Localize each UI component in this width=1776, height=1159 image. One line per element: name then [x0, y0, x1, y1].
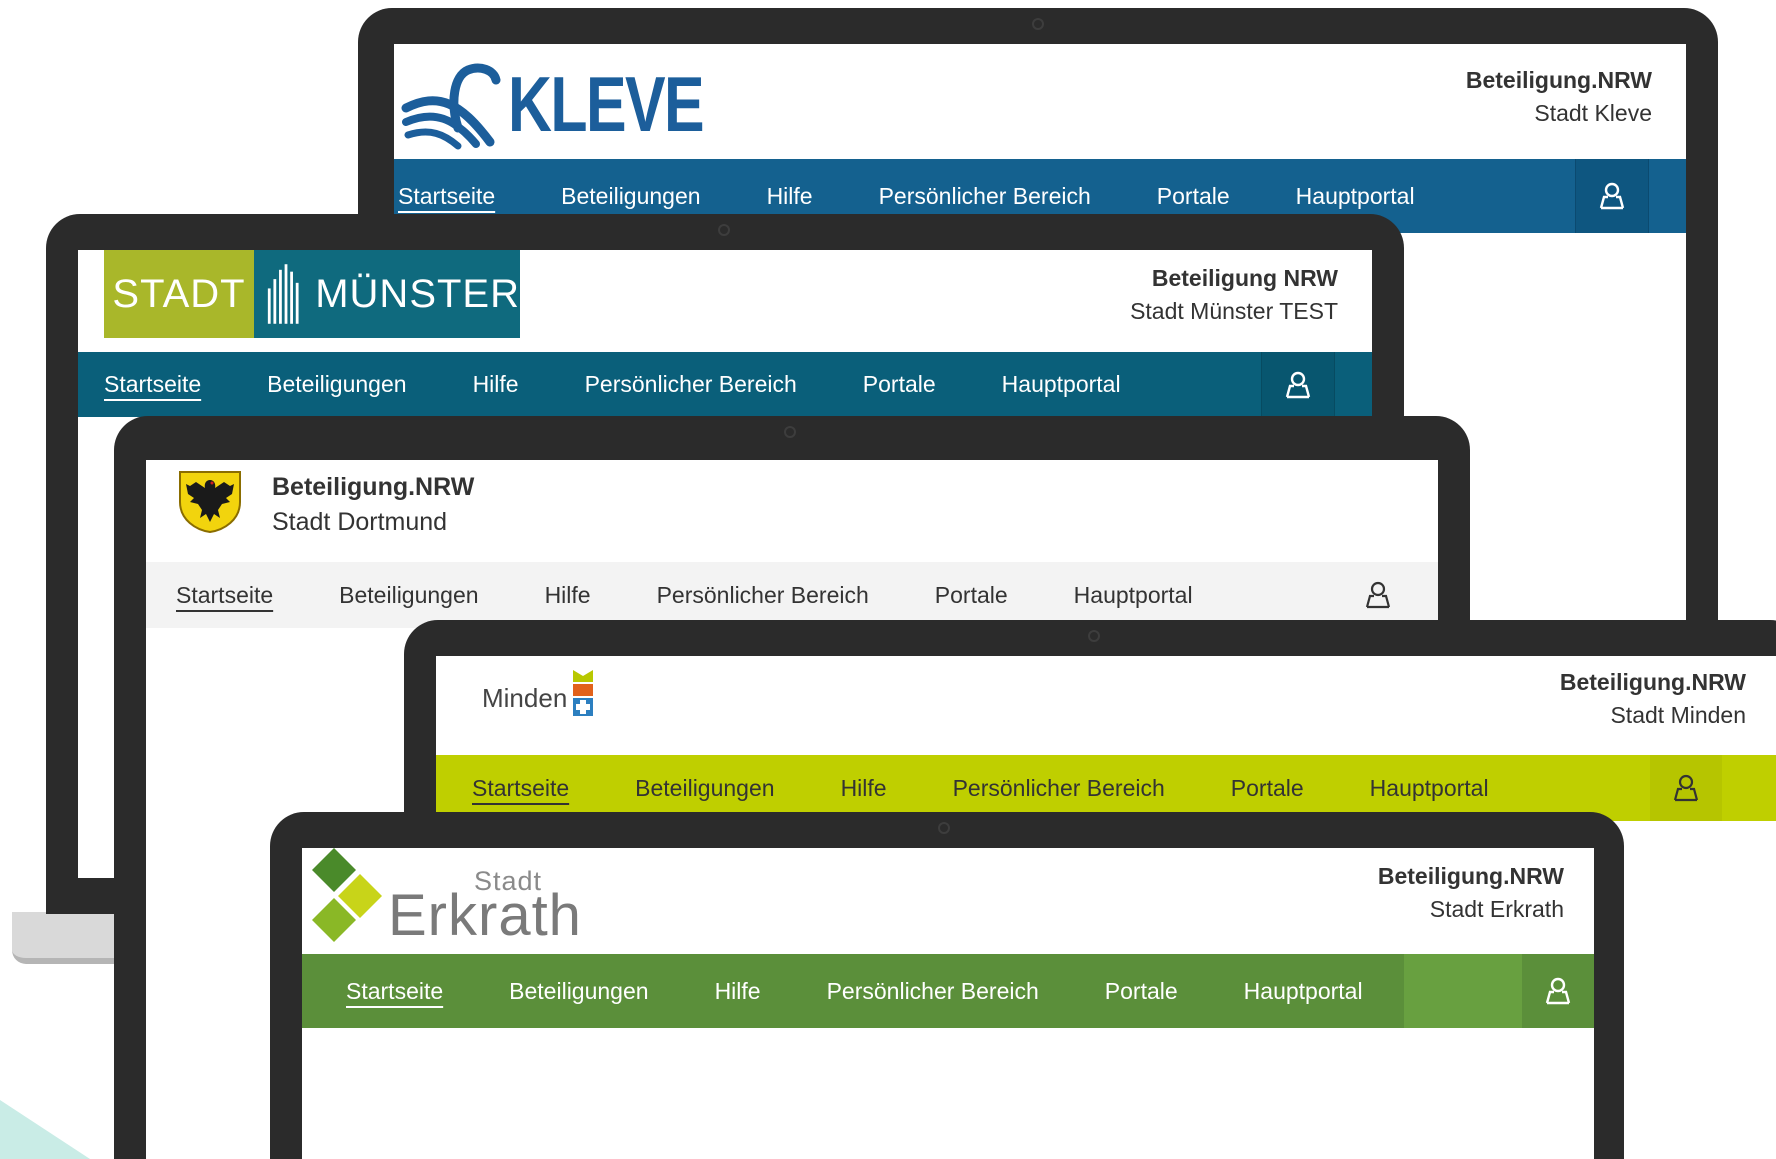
nav-item-portale[interactable]: Portale — [1231, 775, 1304, 802]
header-minden: Minden Beteiligung.NRW Stadt Minden — [436, 656, 1776, 755]
nav-item-hauptportal[interactable]: Hauptportal — [1244, 978, 1363, 1005]
camera-dot — [1032, 18, 1044, 30]
nav-item-persoenlicher-bereich[interactable]: Persönlicher Bereich — [953, 775, 1165, 802]
camera-dot — [938, 822, 950, 834]
nav-item-startseite[interactable]: Startseite — [472, 775, 569, 802]
nav-item-beteiligungen[interactable]: Beteiligungen — [509, 978, 648, 1005]
nav-item-hilfe[interactable]: Hilfe — [715, 978, 761, 1005]
nav-item-persoenlicher-bereich[interactable]: Persönlicher Bereich — [657, 582, 869, 609]
muenster-logo-text-right: MÜNSTER — [315, 271, 520, 316]
kleve-logo[interactable]: KLEVE — [398, 58, 758, 150]
brand-muenster: Beteiligung NRW Stadt Münster TEST — [1130, 262, 1338, 328]
screen-erkrath: Stadt Erkrath Beteiligung.NRW Stadt Erkr… — [302, 848, 1594, 1159]
brand-erkrath: Beteiligung.NRW Stadt Erkrath — [1378, 860, 1564, 926]
decorative-triangle-left — [0, 1100, 90, 1159]
nav-item-hauptportal[interactable]: Hauptportal — [1370, 775, 1489, 802]
nav-item-startseite[interactable]: Startseite — [176, 582, 273, 609]
brand-subtitle: Stadt Kleve — [1534, 100, 1652, 126]
dortmund-logo[interactable] — [178, 468, 242, 539]
cathedral-icon — [267, 264, 299, 324]
brand-title: Beteiligung.NRW — [272, 473, 475, 501]
nav-item-startseite[interactable]: Startseite — [104, 371, 201, 398]
user-button[interactable] — [1261, 352, 1335, 417]
header-dortmund: Beteiligung.NRW Stadt Dortmund — [146, 460, 1438, 562]
minden-logo-text: Minden — [482, 683, 568, 713]
eagle-crest-icon — [179, 471, 241, 534]
nav-erkrath: Startseite Beteiligungen Hilfe Persönlic… — [302, 954, 1594, 1028]
user-button[interactable] — [1522, 954, 1594, 1028]
nav-item-hauptportal[interactable]: Hauptportal — [1296, 183, 1415, 210]
user-icon — [1365, 581, 1391, 609]
nav-item-hilfe[interactable]: Hilfe — [767, 183, 813, 210]
user-icon — [1285, 371, 1311, 398]
camera-dot — [1088, 630, 1100, 642]
nav-item-portale[interactable]: Portale — [1105, 978, 1178, 1005]
nav-item-hauptportal[interactable]: Hauptportal — [1002, 371, 1121, 398]
brand-title: Beteiligung.NRW — [1377, 863, 1564, 889]
nav-spacer — [1404, 954, 1522, 1028]
erkrath-logo-text: Erkrath — [388, 883, 582, 948]
brand-subtitle: Stadt Erkrath — [1429, 896, 1564, 922]
user-button[interactable] — [1650, 755, 1722, 821]
nav-item-portale[interactable]: Portale — [935, 582, 1008, 609]
nav-muenster: Startseite Beteiligungen Hilfe Persönlic… — [78, 352, 1372, 417]
nav-item-persoenlicher-bereich[interactable]: Persönlicher Bereich — [827, 978, 1039, 1005]
nav-item-portale[interactable]: Portale — [1157, 183, 1230, 210]
camera-dot — [718, 224, 730, 236]
user-icon — [1545, 977, 1571, 1005]
minden-emblem-icon — [573, 670, 594, 716]
brand-minden: Beteiligung.NRW Stadt Minden — [1560, 666, 1746, 732]
brand-dortmund: Beteiligung.NRW Stadt Dortmund — [272, 470, 474, 540]
muenster-logo-left: STADT — [104, 250, 254, 338]
brand-subtitle: Stadt Minden — [1610, 702, 1746, 728]
nav-item-hilfe[interactable]: Hilfe — [473, 371, 519, 398]
muenster-logo[interactable]: STADT MÜNSTER — [104, 250, 520, 338]
nav-item-portale[interactable]: Portale — [863, 371, 936, 398]
nav-item-hilfe[interactable]: Hilfe — [545, 582, 591, 609]
device-erkrath: Stadt Erkrath Beteiligung.NRW Stadt Erkr… — [270, 812, 1624, 1159]
brand-title: Beteiligung.NRW — [1559, 669, 1746, 695]
user-icon — [1673, 774, 1699, 802]
nav-item-beteiligungen[interactable]: Beteiligungen — [267, 371, 406, 398]
nav-item-persoenlicher-bereich[interactable]: Persönlicher Bereich — [879, 183, 1091, 210]
brand-subtitle: Stadt Dortmund — [272, 508, 448, 536]
user-button[interactable] — [1342, 562, 1414, 628]
header-kleve: KLEVE Beteiligung.NRW Stadt Kleve — [394, 44, 1686, 159]
nav-item-beteiligungen[interactable]: Beteiligungen — [561, 183, 700, 210]
nav-item-startseite[interactable]: Startseite — [346, 978, 443, 1005]
erkrath-diamond-icon — [312, 848, 382, 942]
nav-dortmund: Startseite Beteiligungen Hilfe Persönlic… — [146, 562, 1438, 628]
muenster-logo-text-left: STADT — [112, 271, 246, 316]
header-erkrath: Stadt Erkrath Beteiligung.NRW Stadt Erkr… — [302, 848, 1594, 954]
camera-dot — [784, 426, 796, 438]
nav-item-beteiligungen[interactable]: Beteiligungen — [339, 582, 478, 609]
nav-item-persoenlicher-bereich[interactable]: Persönlicher Bereich — [585, 371, 797, 398]
minden-logo[interactable]: Minden — [482, 670, 595, 716]
brand-title: Beteiligung NRW — [1151, 265, 1338, 291]
nav-item-beteiligungen[interactable]: Beteiligungen — [635, 775, 774, 802]
user-button[interactable] — [1575, 159, 1649, 233]
user-icon — [1599, 182, 1625, 210]
brand-subtitle: Stadt Münster TEST — [1130, 298, 1338, 324]
nav-item-hauptportal[interactable]: Hauptportal — [1074, 582, 1193, 609]
swan-icon — [401, 63, 501, 150]
nav-item-hilfe[interactable]: Hilfe — [841, 775, 887, 802]
kleve-logo-text: KLEVE — [508, 59, 705, 148]
erkrath-logo[interactable]: Stadt Erkrath — [312, 848, 612, 948]
muenster-logo-right: MÜNSTER — [254, 250, 520, 338]
nav-item-startseite[interactable]: Startseite — [398, 183, 495, 210]
header-muenster: STADT MÜNSTER Beteiligung NRW Stadt Müns… — [78, 250, 1372, 352]
brand-kleve: Beteiligung.NRW Stadt Kleve — [1466, 64, 1652, 130]
brand-title: Beteiligung.NRW — [1465, 67, 1652, 93]
